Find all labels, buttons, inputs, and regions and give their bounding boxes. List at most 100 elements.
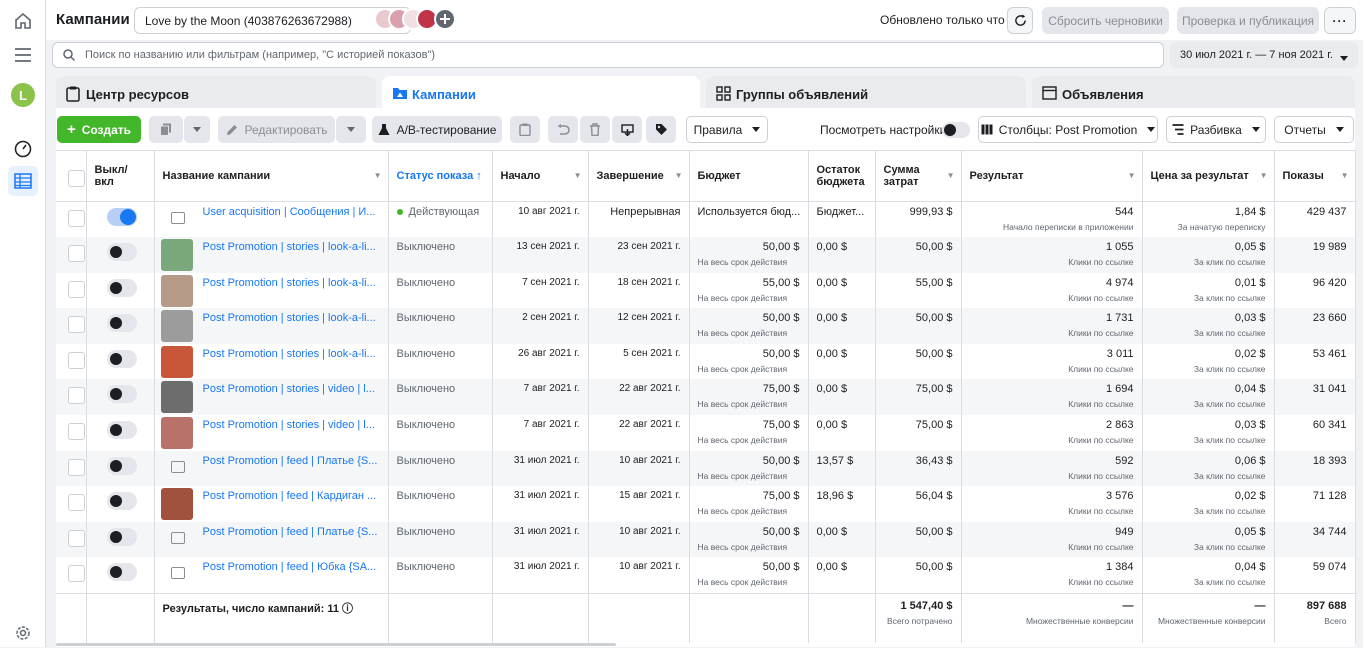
row-checkbox[interactable] bbox=[68, 245, 85, 263]
row-checkbox[interactable] bbox=[68, 210, 85, 227]
review-publish-button[interactable]: Проверка и публикация bbox=[1177, 7, 1319, 34]
account-selector[interactable]: Love by the Moon (403876263672988) bbox=[134, 7, 411, 34]
campaign-name-link[interactable]: Post Promotion | stories | look-a-li... bbox=[203, 348, 376, 360]
duplicate-dropdown[interactable] bbox=[184, 116, 210, 143]
row-checkbox[interactable] bbox=[68, 529, 85, 547]
campaign-toggle[interactable] bbox=[106, 527, 137, 546]
ab-test-button[interactable]: A/B-тестирование bbox=[372, 116, 502, 143]
settings-gear-icon[interactable] bbox=[8, 618, 38, 648]
row-checkbox[interactable] bbox=[68, 280, 85, 298]
col-start[interactable]: Начало ▼ bbox=[492, 150, 589, 202]
table-row[interactable]: Post Promotion | stories | look-a-li... В… bbox=[56, 272, 1356, 309]
results: 3 011 Клики по ссылке bbox=[961, 343, 1143, 380]
campaign-toggle[interactable] bbox=[106, 456, 137, 475]
horizontal-scrollbar[interactable] bbox=[56, 643, 616, 646]
campaign-toggle[interactable] bbox=[106, 563, 137, 582]
reports-dropdown[interactable]: Отчеты bbox=[1274, 116, 1354, 143]
row-checkbox[interactable] bbox=[68, 351, 85, 369]
table-row[interactable]: Post Promotion | stories | look-a-li... В… bbox=[56, 343, 1356, 380]
campaign-toggle[interactable] bbox=[106, 243, 137, 262]
campaign-name-link[interactable]: Post Promotion | stories | video | l... bbox=[203, 383, 375, 395]
tab-ads[interactable]: Объявления bbox=[1032, 76, 1355, 111]
view-settings-toggle[interactable] bbox=[942, 122, 970, 138]
row-checkbox[interactable] bbox=[68, 316, 85, 334]
table-row[interactable]: Post Promotion | feed | Кардиган ... Выкл… bbox=[56, 486, 1356, 522]
campaign-name-link[interactable]: Post Promotion | feed | Юбка {SA... bbox=[203, 561, 377, 573]
tab-campaigns[interactable]: Кампании bbox=[382, 76, 700, 111]
rules-dropdown[interactable]: Правила bbox=[686, 116, 768, 143]
campaign-name-link[interactable]: Post Promotion | feed | Платье {S... bbox=[203, 455, 378, 467]
more-options-button[interactable]: ··· bbox=[1324, 7, 1356, 34]
row-checkbox[interactable] bbox=[68, 494, 85, 512]
undo-button[interactable] bbox=[548, 116, 578, 143]
delete-button[interactable] bbox=[580, 116, 610, 143]
campaign-name-link[interactable]: Post Promotion | stories | look-a-li... bbox=[203, 241, 376, 253]
col-campaign-name[interactable]: Название кампании ▼ bbox=[154, 150, 389, 202]
table-row[interactable]: Post Promotion | feed | Платье {S... Выкл… bbox=[56, 450, 1356, 487]
pencil-icon bbox=[226, 124, 237, 135]
home-icon[interactable] bbox=[8, 6, 38, 36]
col-budget-remaining[interactable]: Остаток бюджета bbox=[808, 150, 876, 202]
add-account-icon[interactable] bbox=[434, 8, 456, 30]
ad-thumbnail bbox=[160, 381, 193, 414]
campaign-toggle[interactable] bbox=[106, 492, 137, 511]
col-amount-spent[interactable]: Сумма затрат ▼ bbox=[875, 150, 962, 202]
col-budget[interactable]: Бюджет bbox=[689, 150, 809, 202]
table-row[interactable]: User acquisition | Сообщения | И... Дейст… bbox=[56, 201, 1356, 238]
row-checkbox[interactable] bbox=[68, 565, 85, 583]
tab-ad-sets[interactable]: Группы объявлений bbox=[706, 76, 1026, 111]
duplicate-icon bbox=[160, 123, 171, 136]
campaign-name-link[interactable]: Post Promotion | stories | look-a-li... bbox=[203, 312, 376, 324]
search-input[interactable]: Поиск по названию или фильтрам (например… bbox=[52, 42, 1164, 68]
delete-draft-button[interactable] bbox=[510, 116, 540, 143]
col-toggle[interactable]: Выкл/вкл bbox=[86, 150, 155, 202]
col-cost-per-result[interactable]: Цена за результат ▼ bbox=[1142, 150, 1275, 202]
ads-manager-table-icon[interactable] bbox=[8, 166, 38, 196]
col-results[interactable]: Результат ▼ bbox=[961, 150, 1143, 202]
budget-remaining: 0,00 $ bbox=[808, 272, 876, 309]
col-delivery-status[interactable]: Статус показа ↑ bbox=[388, 150, 493, 202]
edit-dropdown[interactable] bbox=[336, 116, 366, 143]
create-button[interactable]: + Создать bbox=[57, 116, 141, 143]
table-row[interactable]: Post Promotion | feed | Платье {S... Выкл… bbox=[56, 521, 1356, 558]
tab-resource-center[interactable]: Центр ресурсов bbox=[56, 76, 376, 111]
table-row[interactable]: Post Promotion | feed | Юбка {SA... Выклю… bbox=[56, 557, 1356, 594]
campaign-toggle[interactable] bbox=[106, 349, 137, 368]
row-checkbox[interactable] bbox=[68, 423, 85, 441]
edit-button[interactable]: Редактировать bbox=[218, 116, 335, 143]
campaign-toggle[interactable] bbox=[106, 314, 137, 333]
columns-dropdown[interactable]: Столбцы: Post Promotion bbox=[978, 116, 1158, 143]
breakdown-dropdown[interactable]: Разбивка bbox=[1166, 116, 1266, 143]
table-row[interactable]: Post Promotion | stories | video | l... В… bbox=[56, 415, 1356, 451]
amount-spent: 50,00 $ bbox=[875, 343, 962, 380]
campaign-toggle[interactable] bbox=[106, 278, 137, 297]
duplicate-button[interactable] bbox=[149, 116, 183, 143]
menu-icon[interactable] bbox=[8, 40, 38, 70]
table-row[interactable]: Post Promotion | stories | look-a-li... В… bbox=[56, 308, 1356, 344]
col-end[interactable]: Завершение ▼ bbox=[588, 150, 690, 202]
account-avatar[interactable]: L bbox=[8, 80, 38, 110]
tag-button[interactable] bbox=[646, 116, 676, 143]
impressions: 53 461 bbox=[1274, 343, 1356, 380]
campaign-name-link[interactable]: User acquisition | Сообщения | И... bbox=[203, 206, 376, 218]
campaign-toggle[interactable] bbox=[106, 421, 137, 440]
select-all-checkbox[interactable] bbox=[68, 169, 85, 187]
campaign-name-link[interactable]: Post Promotion | feed | Платье {S... bbox=[203, 526, 378, 538]
campaign-name-link[interactable]: Post Promotion | stories | look-a-li... bbox=[203, 277, 376, 289]
info-icon[interactable]: ⓘ bbox=[342, 603, 353, 615]
export-button[interactable] bbox=[612, 116, 642, 143]
date-range-picker[interactable]: 30 июл 2021 г. — 7 ноя 2021 г. bbox=[1170, 42, 1358, 68]
col-impressions[interactable]: Показы ▼ bbox=[1274, 150, 1356, 202]
campaign-name-link[interactable]: Post Promotion | stories | video | l... bbox=[203, 419, 375, 431]
row-checkbox[interactable] bbox=[68, 458, 85, 476]
row-checkbox[interactable] bbox=[68, 387, 85, 405]
dashboard-icon[interactable] bbox=[8, 134, 38, 164]
discard-drafts-button[interactable]: Сбросить черновики bbox=[1042, 7, 1169, 34]
campaign-name-link[interactable]: Post Promotion | feed | Кардиган ... bbox=[203, 490, 377, 502]
table-row[interactable]: Post Promotion | stories | look-a-li... В… bbox=[56, 237, 1356, 273]
campaign-toggle[interactable] bbox=[106, 385, 137, 404]
sort-icon: ▼ bbox=[573, 171, 582, 180]
table-row[interactable]: Post Promotion | stories | video | l... В… bbox=[56, 379, 1356, 416]
refresh-button[interactable] bbox=[1007, 7, 1033, 34]
campaign-toggle[interactable] bbox=[106, 208, 137, 226]
